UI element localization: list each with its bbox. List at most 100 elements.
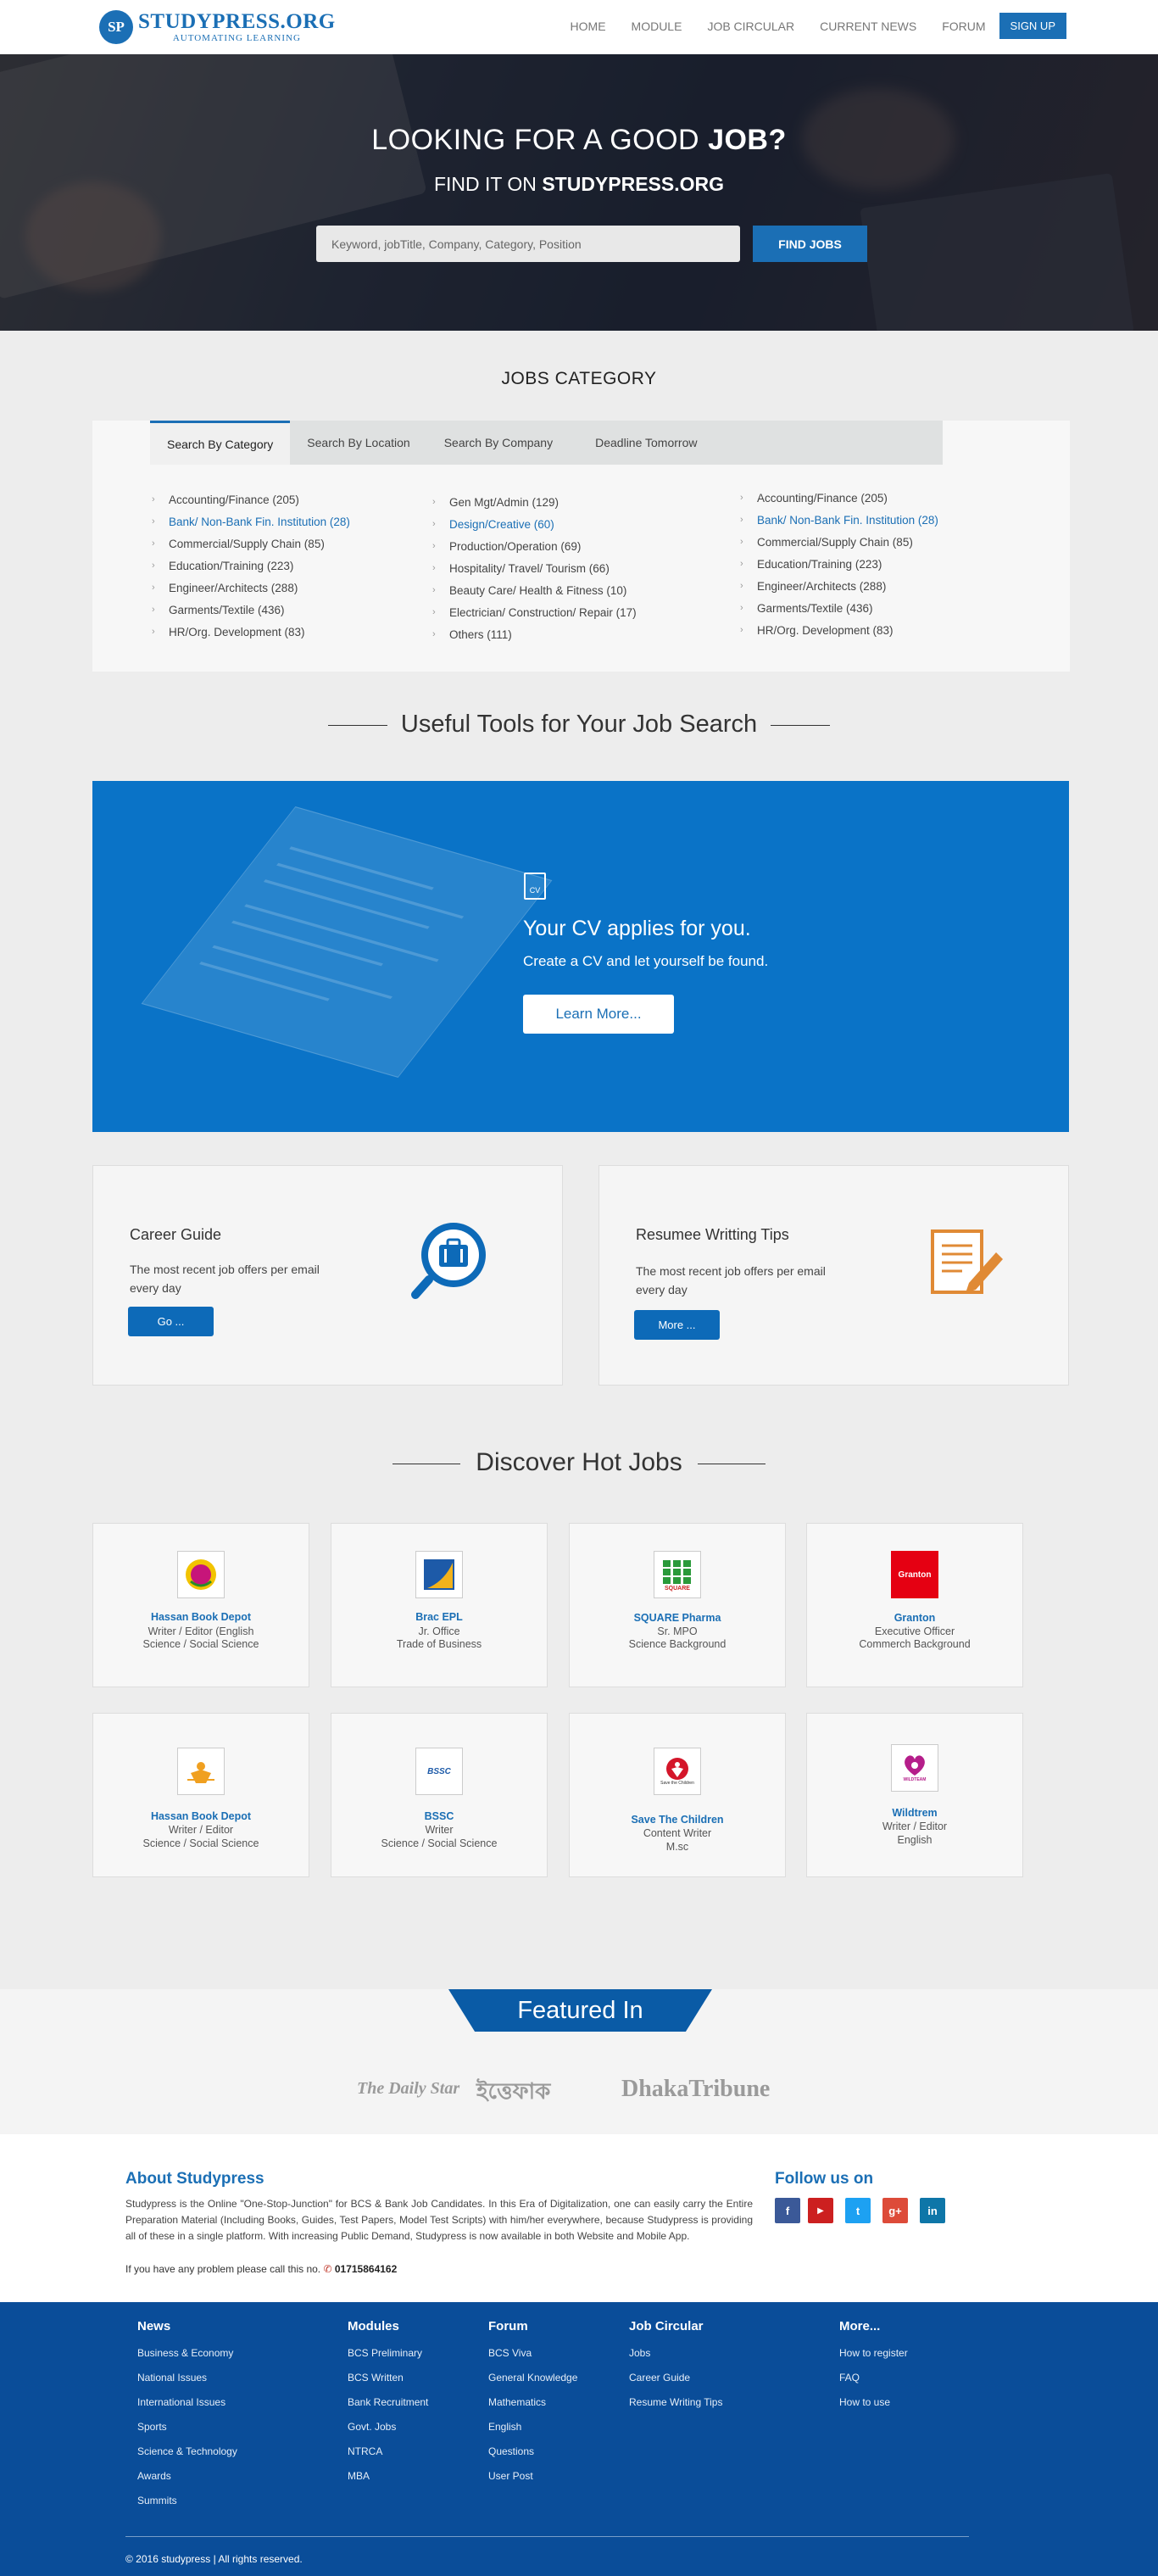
footer-link[interactable]: Resume Writing Tips — [629, 2396, 722, 2421]
footer-link[interactable]: English — [488, 2421, 577, 2445]
category-column-3: › Accounting/Finance (205) › Bank/ Non-Bank… — [740, 487, 938, 641]
footer-link[interactable]: BCS Viva — [488, 2347, 577, 2372]
category-label: Production/Operation (69) — [449, 539, 582, 553]
footer-link[interactable]: NTRCA — [348, 2445, 428, 2470]
category-link[interactable]: › Commercial/Supply Chain (85) — [740, 531, 938, 553]
job-card[interactable]: Hassan Book Depot Writer / Editor Scienc… — [92, 1713, 309, 1877]
chevron-right-icon: › — [152, 583, 155, 593]
footer-link[interactable]: Sports — [137, 2421, 237, 2445]
category-link[interactable]: › Design/Creative (60) — [432, 513, 637, 535]
site-footer: News Business & Economy National Issues Int… — [0, 2302, 1158, 2576]
category-link[interactable]: › Commercial/Supply Chain (85) — [152, 532, 350, 555]
site-logo[interactable]: SP STUDYPRESS.ORG AUTOMATING LEARNING — [99, 7, 336, 47]
nav-module[interactable]: MODULE — [632, 20, 682, 33]
nav-forum[interactable]: FORUM — [942, 20, 985, 33]
footer-link[interactable]: Business & Economy — [137, 2347, 237, 2372]
footer-link[interactable]: FAQ — [839, 2372, 908, 2396]
footer-link[interactable]: Govt. Jobs — [348, 2421, 428, 2445]
twitter-icon[interactable]: t — [845, 2198, 871, 2223]
find-jobs-button[interactable]: FIND JOBS — [753, 226, 867, 262]
category-link[interactable]: › HR/Org. Development (83) — [740, 619, 938, 641]
footer-link[interactable]: User Post — [488, 2470, 577, 2495]
category-link[interactable]: › Beauty Care/ Health & Fitness (10) — [432, 579, 637, 601]
category-link[interactable]: › Production/Operation (69) — [432, 535, 637, 557]
footer-link[interactable]: Mathematics — [488, 2396, 577, 2421]
footer-link[interactable]: How to use — [839, 2396, 908, 2421]
category-link[interactable]: › Engineer/Architects (288) — [152, 577, 350, 599]
nav-job-circular[interactable]: JOB CIRCULAR — [707, 20, 794, 33]
category-link[interactable]: › Education/Training (223) — [740, 553, 938, 575]
footer-link[interactable]: Career Guide — [629, 2372, 722, 2396]
job-card[interactable]: Granton Granton Executive Officer Commer… — [806, 1523, 1023, 1687]
google-plus-icon[interactable]: g+ — [882, 2198, 908, 2223]
footer-link[interactable]: Questions — [488, 2445, 577, 2470]
phone-number[interactable]: 01715864162 — [335, 2263, 397, 2275]
job-card[interactable]: BSSC BSSC Writer Science / Social Scienc… — [331, 1713, 548, 1877]
job-position: Writer / Editor (English — [148, 1625, 254, 1637]
category-link[interactable]: › Others (111) — [432, 623, 637, 645]
linkedin-icon[interactable]: in — [920, 2198, 945, 2223]
category-link[interactable]: › Garments/Textile (436) — [152, 599, 350, 621]
footer-column-forum: Forum BCS Viva General Knowledge Mathematic… — [488, 2319, 577, 2495]
category-link[interactable]: › Accounting/Finance (205) — [740, 487, 938, 509]
resume-tips-more-button[interactable]: More ... — [634, 1310, 720, 1340]
learn-more-button[interactable]: Learn More... — [523, 995, 674, 1034]
category-label: Others (111) — [449, 627, 512, 641]
signup-button[interactable]: SIGN UP — [999, 13, 1066, 39]
job-search-input[interactable] — [316, 226, 740, 262]
footer-link[interactable]: General Knowledge — [488, 2372, 577, 2396]
youtube-icon[interactable]: ▶ — [808, 2198, 833, 2223]
tab-search-by-location[interactable]: Search By Location — [290, 421, 426, 465]
category-label: HR/Org. Development (83) — [169, 625, 305, 638]
category-label: Beauty Care/ Health & Fitness (10) — [449, 583, 627, 597]
job-background: Trade of Business — [396, 1638, 482, 1650]
footer-link[interactable]: International Issues — [137, 2396, 237, 2421]
footer-link[interactable]: Bank Recruitment — [348, 2396, 428, 2421]
category-link[interactable]: › Gen Mgt/Admin (129) — [432, 491, 637, 513]
job-card[interactable]: Hassan Book Depot Writer / Editor (Engli… — [92, 1523, 309, 1687]
document-pen-icon — [931, 1229, 1003, 1294]
nav-home[interactable]: HOME — [571, 20, 606, 33]
category-link[interactable]: › Garments/Textile (436) — [740, 597, 938, 619]
footer-link[interactable]: MBA — [348, 2470, 428, 2495]
category-label: Commercial/Supply Chain (85) — [169, 537, 325, 550]
about-text: Studypress is the Online "One-Stop-Junct… — [125, 2198, 753, 2242]
daily-star-logo[interactable]: The Daily Star — [357, 2079, 459, 2099]
category-link[interactable]: › Bank/ Non-Bank Fin. Institution (28) — [152, 510, 350, 532]
resume-tips-card: Resumee Writting Tips The most recent jo… — [598, 1165, 1069, 1386]
job-card[interactable]: Save the Children Save The Children Cont… — [569, 1713, 786, 1877]
footer-link[interactable]: Awards — [137, 2470, 237, 2495]
job-company: Granton — [894, 1612, 936, 1624]
category-label: Electrician/ Construction/ Repair (17) — [449, 605, 637, 619]
chevron-right-icon: › — [432, 519, 436, 529]
job-card[interactable]: Brac EPL Jr. Office Trade of Business — [331, 1523, 548, 1687]
tab-search-by-company[interactable]: Search By Company — [427, 421, 570, 465]
nav-current-news[interactable]: CURRENT NEWS — [820, 20, 916, 33]
category-link[interactable]: › HR/Org. Development (83) — [152, 621, 350, 643]
job-card[interactable]: WILDTEAM Wildtrem Writer / Editor Englis… — [806, 1713, 1023, 1877]
category-link[interactable]: › Electrician/ Construction/ Repair (17) — [432, 601, 637, 623]
ittefaq-logo[interactable]: ইত্তেফাক — [476, 2074, 550, 2111]
footer-link[interactable]: Science & Technology — [137, 2445, 237, 2470]
footer-link[interactable]: BCS Preliminary — [348, 2347, 428, 2372]
footer-link[interactable]: How to register — [839, 2347, 908, 2372]
footer-link[interactable]: Jobs — [629, 2347, 722, 2372]
category-link[interactable]: › Accounting/Finance (205) — [152, 488, 350, 510]
footer-link[interactable]: Summits — [137, 2495, 237, 2519]
footer-link[interactable]: National Issues — [137, 2372, 237, 2396]
footer-column-title: More... — [839, 2319, 881, 2333]
career-guide-card: Career Guide The most recent job offers … — [92, 1165, 563, 1386]
footer-column-news: News Business & Economy National Issues Int… — [137, 2319, 237, 2519]
category-link[interactable]: › Engineer/Architects (288) — [740, 575, 938, 597]
facebook-icon[interactable]: f — [775, 2198, 800, 2223]
job-card[interactable]: SQUARE SQUARE Pharma Sr. MPO Science Bac… — [569, 1523, 786, 1687]
category-link[interactable]: › Hospitality/ Travel/ Tourism (66) — [432, 557, 637, 579]
dhaka-tribune-logo[interactable]: DhakaTribune — [621, 2076, 770, 2103]
tab-deadline-tomorrow[interactable]: Deadline Tomorrow — [570, 421, 714, 465]
job-position: Sr. MPO — [657, 1625, 698, 1637]
career-guide-go-button[interactable]: Go ... — [128, 1307, 214, 1336]
category-link[interactable]: › Bank/ Non-Bank Fin. Institution (28) — [740, 509, 938, 531]
footer-link[interactable]: BCS Written — [348, 2372, 428, 2396]
tab-search-by-category[interactable]: Search By Category — [150, 421, 291, 465]
category-link[interactable]: › Education/Training (223) — [152, 555, 350, 577]
